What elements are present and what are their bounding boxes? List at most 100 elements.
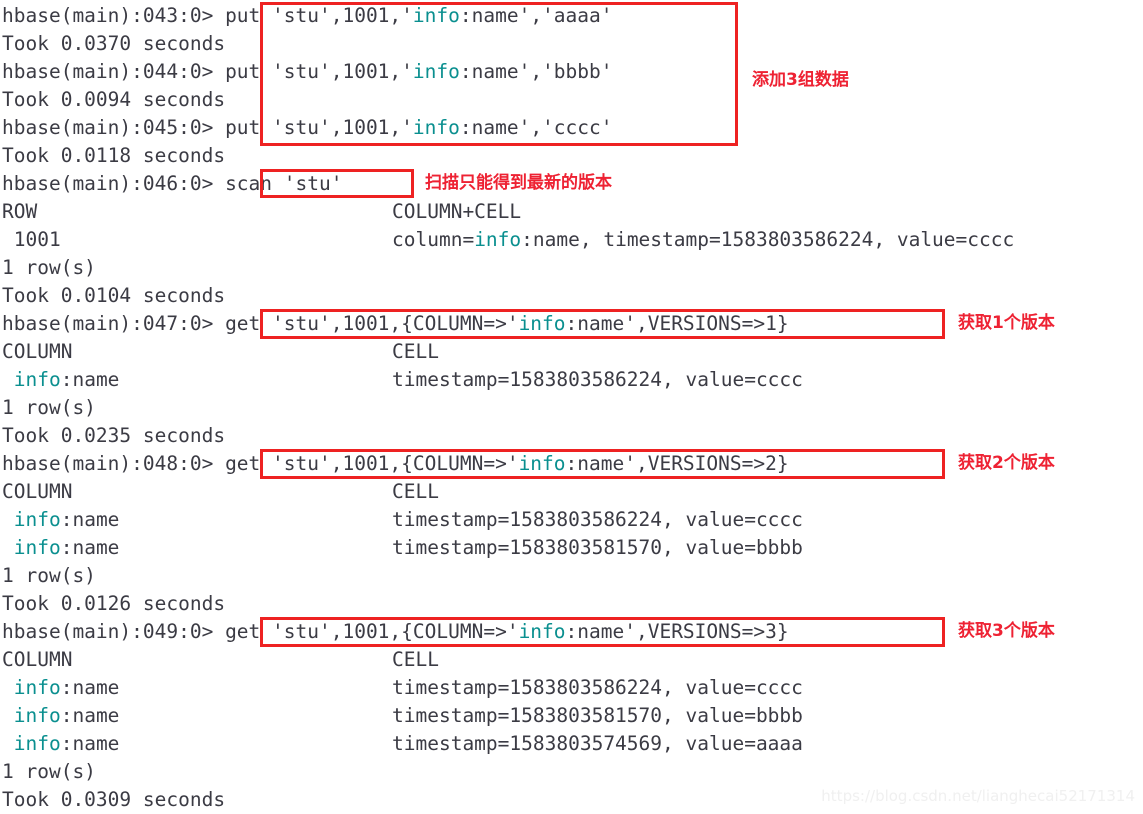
cell-prefix: column= xyxy=(392,228,475,251)
cell-value-text: timestamp=1583803581570, value=bbbb xyxy=(392,704,803,727)
terminal-line-cell-column: column=info:name, timestamp=158380358622… xyxy=(392,226,1014,254)
command-text-tail: :name',VERSIONS=>1} xyxy=(565,312,789,335)
output-text: 1 row(s) xyxy=(2,396,96,419)
column-family-keyword: info xyxy=(13,732,61,755)
terminal-line-left: hbase(main):047:0> get 'stu',1001,{COLUM… xyxy=(2,310,789,338)
command-text: put 'stu',1001,' xyxy=(225,4,413,27)
terminal-line: 1001 column=info:name, timestamp=15838035… xyxy=(0,226,1143,254)
terminal-line-left: Took 0.0126 seconds xyxy=(2,590,225,618)
terminal-line: ROW COLUMN+CELL xyxy=(0,198,1143,226)
output-text: Took 0.0094 seconds xyxy=(2,88,226,111)
terminal-line: Took 0.0118 seconds xyxy=(0,142,1143,170)
terminal-line-left: COLUMN xyxy=(2,478,72,506)
cell-value-text: timestamp=1583803581570, value=bbbb xyxy=(392,536,803,559)
terminal-line: Took 0.0104 seconds xyxy=(0,282,1143,310)
column-family-keyword: info xyxy=(412,60,460,83)
annotation-get-three-versions: 获取3个版本 xyxy=(958,621,1055,641)
terminal-line-cell-column: COLUMN+CELL xyxy=(392,198,521,226)
output-text: COLUMN xyxy=(2,480,73,503)
column-family-keyword: info xyxy=(518,620,566,643)
output-text: 1 row(s) xyxy=(2,760,96,783)
terminal-line-left: info:name xyxy=(2,506,120,534)
output-text: Took 0.0104 seconds xyxy=(2,284,226,307)
terminal-line: 1 row(s) xyxy=(0,562,1143,590)
terminal-line: Took 0.0126 seconds xyxy=(0,590,1143,618)
terminal-line-cell-column: CELL xyxy=(392,646,439,674)
terminal-line-cell-column: timestamp=1583803586224, value=cccc xyxy=(392,674,803,702)
terminal-line-left: Took 0.0309 seconds xyxy=(2,786,225,814)
command-text: get 'stu',1001,{COLUMN=>' xyxy=(225,312,519,335)
terminal-line-cell-column: CELL xyxy=(392,338,439,366)
terminal-line-cell-column: timestamp=1583803586224, value=cccc xyxy=(392,506,803,534)
terminal-line: COLUMN CELL xyxy=(0,646,1143,674)
terminal-line-left: Took 0.0235 seconds xyxy=(2,422,225,450)
hbase-shell-terminal[interactable]: hbase(main):043:0> put 'stu',1001,'info:… xyxy=(0,0,1143,813)
terminal-line-left: info:name xyxy=(2,702,120,730)
column-qualifier: :name xyxy=(60,704,120,727)
column-family-keyword: info xyxy=(13,704,61,727)
column-family-keyword: info xyxy=(412,4,460,27)
terminal-line-cell-column: timestamp=1583803574569, value=aaaa xyxy=(392,730,803,758)
terminal-line: 1 row(s) xyxy=(0,394,1143,422)
terminal-line: info:name timestamp=1583803581570, value=… xyxy=(0,702,1143,730)
terminal-line-left: 1 row(s) xyxy=(2,562,96,590)
terminal-line-left: COLUMN xyxy=(2,646,72,674)
output-text: Took 0.0118 seconds xyxy=(2,144,226,167)
annotation-scan-latest-only: 扫描只能得到最新的版本 xyxy=(425,173,612,193)
annotation-get-one-version: 获取1个版本 xyxy=(958,313,1055,333)
column-qualifier: :name xyxy=(60,368,120,391)
column-family-keyword: info xyxy=(13,536,61,559)
output-text: COLUMN xyxy=(2,340,73,363)
terminal-line-left: 1001 xyxy=(2,226,61,254)
column-qualifier: :name xyxy=(60,536,120,559)
terminal-line-left: ROW xyxy=(2,198,37,226)
output-text: 1 row(s) xyxy=(2,256,96,279)
terminal-line: Took 0.0094 seconds xyxy=(0,86,1143,114)
terminal-line: Took 0.0235 seconds xyxy=(0,422,1143,450)
shell-prompt: hbase(main):049:0> xyxy=(2,620,226,643)
terminal-line-left: info:name xyxy=(2,366,120,394)
terminal-line-cell-column: timestamp=1583803581570, value=bbbb xyxy=(392,534,803,562)
terminal-line: info:name timestamp=1583803574569, value=… xyxy=(0,730,1143,758)
terminal-line-cell-column: timestamp=1583803581570, value=bbbb xyxy=(392,702,803,730)
terminal-line: COLUMN CELL xyxy=(0,338,1143,366)
output-text: Took 0.0235 seconds xyxy=(2,424,226,447)
command-text: get 'stu',1001,{COLUMN=>' xyxy=(225,452,519,475)
cell-value-text: timestamp=1583803586224, value=cccc xyxy=(392,508,803,531)
shell-prompt: hbase(main):046:0> xyxy=(2,172,226,195)
terminal-line-cell-column: CELL xyxy=(392,478,439,506)
terminal-line-left: info:name xyxy=(2,534,120,562)
terminal-line-left: hbase(main):045:0> put 'stu',1001,'info:… xyxy=(2,114,613,142)
cell-value-text: timestamp=1583803586224, value=cccc xyxy=(392,368,803,391)
terminal-line-left: Took 0.0370 seconds xyxy=(2,30,225,58)
terminal-line: info:name timestamp=1583803581570, value=… xyxy=(0,534,1143,562)
terminal-line-left: hbase(main):048:0> get 'stu',1001,{COLUM… xyxy=(2,450,789,478)
output-text: 1 row(s) xyxy=(2,564,96,587)
command-text: put 'stu',1001,' xyxy=(225,116,413,139)
command-text: scan 'stu' xyxy=(225,172,343,195)
output-text: Took 0.0370 seconds xyxy=(2,32,226,55)
column-family-keyword: info xyxy=(518,452,566,475)
command-text-tail: :name',VERSIONS=>2} xyxy=(565,452,789,475)
cell-value-text: COLUMN+CELL xyxy=(392,200,522,223)
terminal-line-left: info:name xyxy=(2,730,120,758)
terminal-line-left: hbase(main):043:0> put 'stu',1001,'info:… xyxy=(2,2,613,30)
terminal-line: hbase(main):043:0> put 'stu',1001,'info:… xyxy=(0,2,1143,30)
shell-prompt: hbase(main):044:0> xyxy=(2,60,226,83)
terminal-line-left: Took 0.0104 seconds xyxy=(2,282,225,310)
command-text-tail: :name',VERSIONS=>3} xyxy=(565,620,789,643)
command-text: put 'stu',1001,' xyxy=(225,60,413,83)
column-qualifier: :name xyxy=(60,732,120,755)
terminal-line: info:name timestamp=1583803586224, value=… xyxy=(0,506,1143,534)
output-text: Took 0.0126 seconds xyxy=(2,592,226,615)
terminal-line: hbase(main):044:0> put 'stu',1001,'info:… xyxy=(0,58,1143,86)
shell-prompt: hbase(main):048:0> xyxy=(2,452,226,475)
column-family-keyword: info xyxy=(474,228,522,251)
column-family-keyword: info xyxy=(13,676,61,699)
terminal-line-left: hbase(main):049:0> get 'stu',1001,{COLUM… xyxy=(2,618,789,646)
terminal-line-left: 1 row(s) xyxy=(2,254,96,282)
output-text: Took 0.0309 seconds xyxy=(2,788,226,811)
